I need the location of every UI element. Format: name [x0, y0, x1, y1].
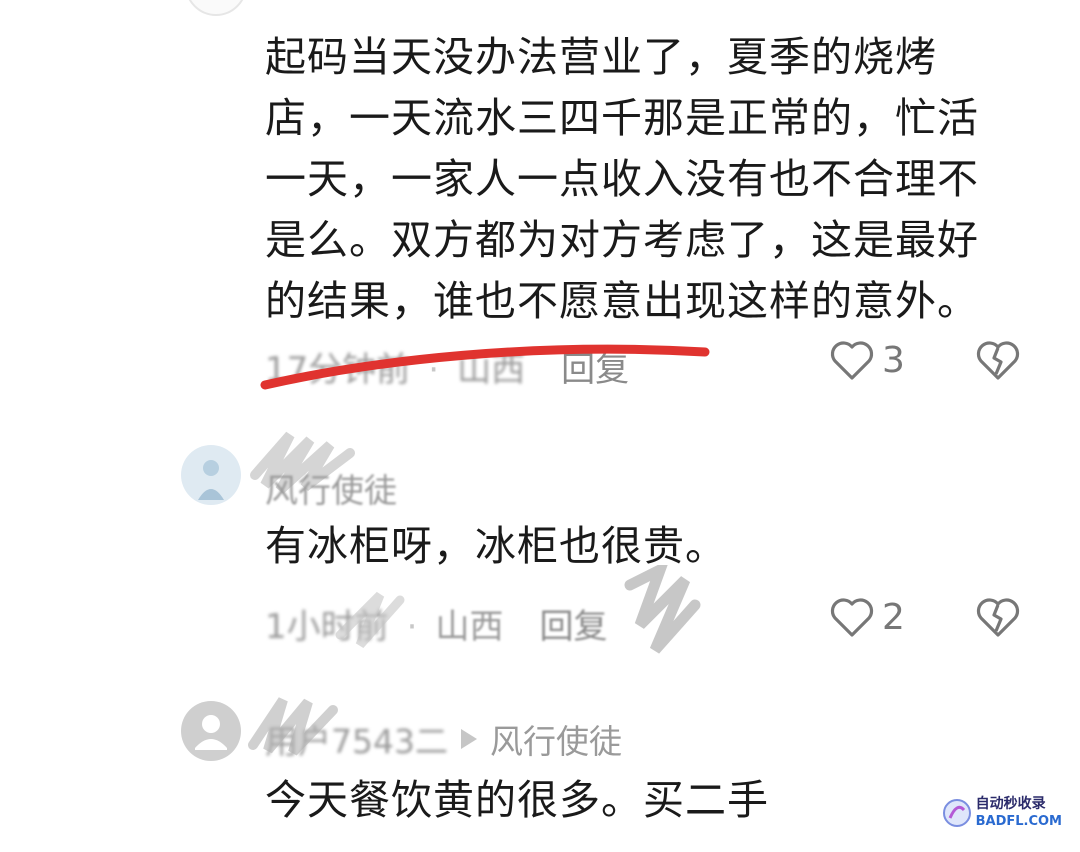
- avatar[interactable]: [185, 0, 247, 16]
- username[interactable]: 风行使徒: [265, 464, 397, 512]
- watermark-cn: 自动秒收录: [975, 796, 1046, 812]
- broken-heart-icon: [976, 598, 1020, 637]
- triangle-right-icon: [460, 729, 477, 749]
- comment-line: 今天餐饮黄的很多。买二手: [265, 776, 769, 824]
- dislike-button[interactable]: [974, 595, 1022, 643]
- comment-1: 起码当天没办法营业了，夏季的烧烤 店，一天流水三四千那是正常的，忙活 一天，一家…: [265, 27, 979, 332]
- avatar[interactable]: [180, 444, 242, 506]
- watermark-logo-icon: [942, 799, 971, 827]
- redaction-scribble: [335, 565, 701, 654]
- like-button[interactable]: 2: [828, 595, 905, 639]
- comment-line: 的结果，谁也不愿意出现这样的意外。: [265, 277, 979, 325]
- watermark-en: BADFL.COM: [975, 814, 1062, 829]
- comment-line: 店，一天流水三四千那是正常的，忙活: [265, 94, 979, 142]
- default-user-icon: [181, 701, 241, 761]
- like-button[interactable]: 3: [828, 338, 905, 382]
- dislike-button[interactable]: [974, 338, 1022, 386]
- comment-line: 起码当天没办法营业了，夏季的烧烤: [265, 33, 937, 81]
- comment-text: 今天餐饮黄的很多。买二手: [265, 770, 769, 831]
- comment-line: 一天，一家人一点收入没有也不合理不: [265, 155, 979, 203]
- heart-outline-icon: [830, 341, 874, 380]
- heart-outline-icon: [830, 598, 874, 637]
- reply-to-username[interactable]: 风行使徒: [490, 715, 622, 763]
- broken-heart-icon: [976, 341, 1020, 380]
- watermark: 自动秒收录 BADFL.COM: [942, 796, 1062, 830]
- avatar-image: [181, 445, 241, 505]
- avatar[interactable]: [180, 700, 242, 762]
- comment-text: 起码当天没办法营业了，夏季的烧烤 店，一天流水三四千那是正常的，忙活 一天，一家…: [265, 27, 979, 332]
- redaction-scribble: [248, 697, 338, 756]
- like-count: 2: [882, 596, 905, 638]
- comment-line: 是么。双方都为对方考虑了，这是最好: [265, 216, 979, 264]
- annotation-underline: [260, 344, 710, 390]
- like-count: 3: [882, 339, 905, 381]
